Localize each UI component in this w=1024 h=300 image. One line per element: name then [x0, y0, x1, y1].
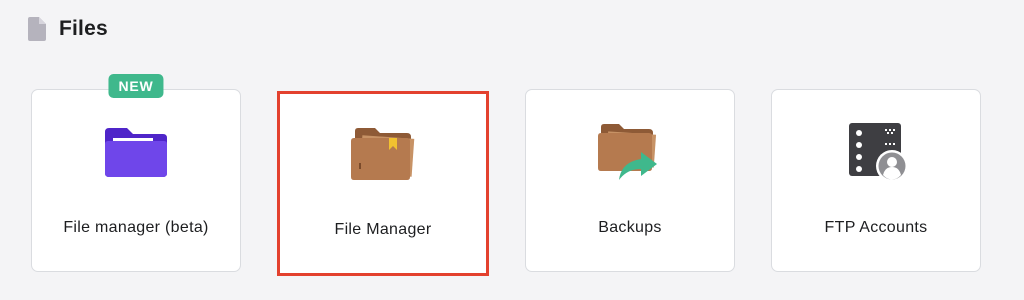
brown-folder-bookmark-icon — [347, 122, 419, 186]
card-label: Backups — [598, 219, 662, 236]
card-label: FTP Accounts — [824, 219, 928, 236]
folder-restore-arrow-icon — [594, 120, 666, 184]
card-label: File Manager — [334, 221, 432, 238]
server-user-icon — [840, 120, 912, 184]
purple-folder-icon — [100, 120, 172, 184]
section-header: Files — [28, 17, 108, 41]
cards-row: NEW File manager (beta) File Manager Bac… — [31, 74, 981, 276]
backups-card[interactable]: Backups — [525, 89, 735, 272]
file-manager-card[interactable]: File Manager — [277, 91, 489, 276]
card-label: File manager (beta) — [63, 219, 209, 236]
file-manager-beta-card[interactable]: NEW File manager (beta) — [31, 74, 241, 272]
document-icon — [28, 17, 46, 41]
ftp-accounts-card[interactable]: FTP Accounts — [771, 89, 981, 272]
section-title: Files — [59, 17, 108, 40]
new-badge: NEW — [108, 74, 164, 98]
